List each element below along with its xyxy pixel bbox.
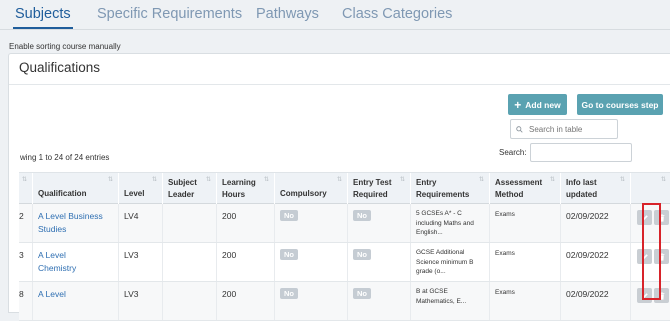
search-icon [516, 125, 523, 133]
delete-button[interactable] [654, 210, 669, 225]
add-new-button[interactable]: + Add new [508, 94, 567, 115]
assessment-cell: Exams [495, 250, 515, 257]
sort-icon: ⇅ [151, 177, 157, 183]
table-row: 3 A Level Chemistry LV3 200 No No GCSE A… [19, 243, 670, 282]
add-new-label: Add new [525, 99, 561, 110]
updated-cell: 02/09/2022 [566, 250, 609, 260]
edit-button[interactable] [637, 210, 652, 225]
plus-icon: + [514, 97, 522, 112]
delete-button[interactable] [654, 288, 669, 303]
tab-class-categories[interactable]: Class Categories [342, 6, 452, 22]
sort-icon: ⇅ [478, 177, 484, 183]
tab-bar: Subjects Specific Requirements Pathways … [0, 0, 670, 30]
col-header-actions[interactable]: ⇅ [630, 173, 670, 204]
sort-icon: ⇅ [205, 177, 211, 183]
col-header-qualification[interactable]: Qualification ⇅ [32, 173, 118, 204]
entry-requirements-cell: 5 GCSEs A* - C including Maths and Engli… [416, 210, 474, 236]
tab-specific-requirements[interactable]: Specific Requirements [97, 6, 242, 22]
sort-icon: ⇅ [399, 177, 405, 183]
col-header-order[interactable]: ⇅ [19, 173, 32, 204]
panel-title: Qualifications [19, 60, 101, 75]
col-header-assessment-method[interactable]: Assessment Method ⇅ [489, 173, 560, 204]
sort-icon: ⇅ [660, 177, 666, 183]
assessment-cell: Exams [495, 211, 515, 218]
col-header-compulsory[interactable]: Compulsory ⇅ [274, 173, 347, 204]
learning-hours-cell: 200 [222, 211, 237, 221]
col-header-info-last-updated[interactable]: Info last updated ⇅ [560, 173, 630, 204]
pencil-icon [642, 292, 648, 298]
row-number: 8 [19, 289, 24, 299]
col-header-entry-test[interactable]: Entry Test Required ⇅ [347, 173, 410, 204]
search-label: Search: [499, 148, 527, 157]
table-row: 8 A Level LV3 200 No No B at GCSE Mathem… [19, 282, 670, 321]
level-cell: LV3 [124, 289, 139, 299]
search-field[interactable] [530, 143, 632, 163]
edit-button[interactable] [637, 249, 652, 264]
panel-divider [9, 84, 670, 85]
row-number: 3 [19, 250, 24, 260]
compulsory-badge: No [280, 249, 298, 260]
sort-icon: ⇅ [336, 177, 342, 183]
qualification-link[interactable]: A Level Chemistry [38, 249, 98, 274]
search-in-table-field[interactable] [510, 119, 618, 139]
col-header-subject-leader[interactable]: Subject Leader ⇅ [162, 173, 216, 204]
entries-info: wing 1 to 24 of 24 entries [20, 153, 110, 162]
sort-icon: ⇅ [21, 177, 27, 183]
pencil-icon [642, 214, 648, 220]
learning-hours-cell: 200 [222, 289, 237, 299]
entry-requirements-cell: GCSE Additional Science minimum B grade … [416, 249, 474, 275]
search-input[interactable] [531, 146, 631, 163]
assessment-cell: Exams [495, 289, 515, 296]
delete-button[interactable] [654, 249, 669, 264]
tab-subjects[interactable]: Subjects [13, 6, 73, 29]
sort-icon: ⇅ [619, 177, 625, 183]
level-cell: LV4 [124, 211, 139, 221]
sort-icon: ⇅ [107, 177, 113, 183]
learning-hours-cell: 200 [222, 250, 237, 260]
trash-icon [659, 213, 664, 222]
level-cell: LV3 [124, 250, 139, 260]
col-header-level[interactable]: Level ⇅ [118, 173, 162, 204]
enable-sorting-link[interactable]: Enable sorting course manually [9, 42, 121, 51]
entry-test-badge: No [353, 288, 371, 299]
row-number: 2 [19, 211, 24, 221]
compulsory-badge: No [280, 210, 298, 221]
edit-button[interactable] [637, 288, 652, 303]
pencil-icon [642, 253, 648, 259]
updated-cell: 02/09/2022 [566, 211, 609, 221]
go-to-courses-button[interactable]: Go to courses step [577, 94, 663, 115]
col-header-entry-requirements[interactable]: Entry Requirements ⇅ [410, 173, 489, 204]
sort-icon: ⇅ [263, 177, 269, 183]
search-in-table-input[interactable] [529, 124, 617, 134]
qualification-link[interactable]: A Level Business Studies [38, 210, 112, 235]
qualifications-panel: Qualifications + Add new Go to courses s… [8, 53, 670, 321]
entry-requirements-cell: B at GCSE Mathematics, E... [416, 288, 467, 305]
entry-test-badge: No [353, 210, 371, 221]
sort-icon: ⇅ [549, 177, 555, 183]
tab-pathways[interactable]: Pathways [256, 6, 319, 22]
table-row: 2 A Level Business Studies LV4 200 No No… [19, 204, 670, 243]
qualification-link[interactable]: A Level [38, 288, 112, 301]
table-header: ⇅ Qualification ⇅ Level ⇅ Subject Leader ⇅ … [19, 172, 670, 204]
trash-icon [659, 252, 664, 261]
col-header-learning-hours[interactable]: Learning Hours ⇅ [216, 173, 274, 204]
updated-cell: 02/09/2022 [566, 289, 609, 299]
entry-test-badge: No [353, 249, 371, 260]
compulsory-badge: No [280, 288, 298, 299]
trash-icon [659, 291, 664, 300]
